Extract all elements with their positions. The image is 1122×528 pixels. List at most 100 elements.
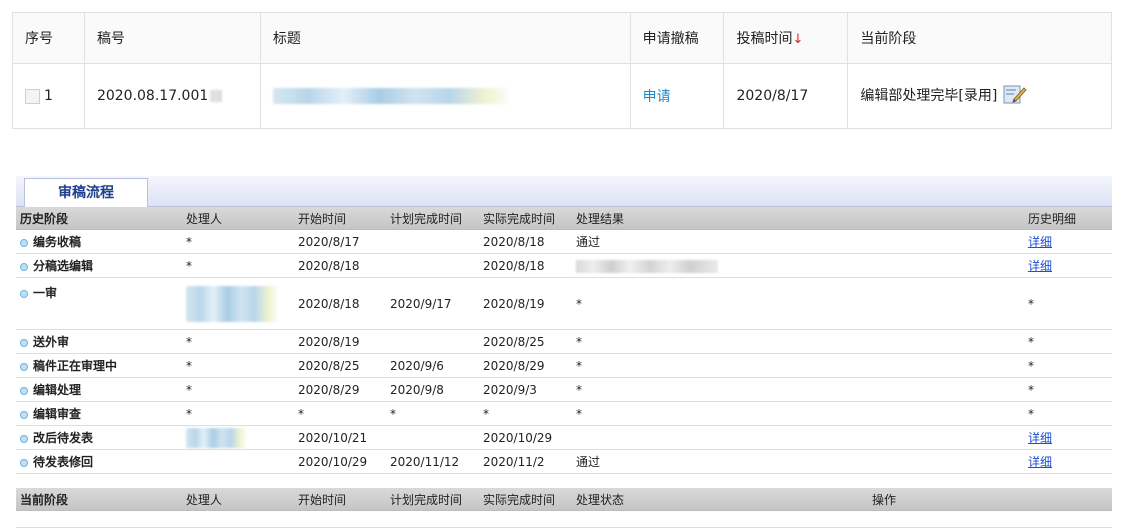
- hcol-actual: 实际完成时间: [479, 207, 572, 230]
- sort-desc-icon: ↓: [792, 32, 804, 47]
- col-manuscript-no[interactable]: 稿号: [83, 12, 261, 64]
- start-time: 2020/8/25: [294, 353, 386, 378]
- detail: *: [1024, 277, 1112, 330]
- redacted-handler: [186, 427, 246, 448]
- actual-time: 2020/8/18: [479, 229, 572, 254]
- stage-name: 待发表修回: [33, 455, 94, 469]
- cell-submit-date: 2020/8/17: [723, 63, 849, 129]
- current-stage-text: 编辑部处理完毕[录用]: [860, 88, 998, 104]
- manuscript-table: 序号 稿号 标题 申请撤稿 投稿时间↓ 当前阶段 1 2020.08.17.00…: [12, 12, 1112, 129]
- handler: *: [182, 401, 294, 426]
- hcol-detail: 历史明细: [1024, 207, 1112, 230]
- cell-title: [259, 63, 631, 129]
- detail: *: [1024, 377, 1112, 402]
- history-header-row: 历史阶段 处理人 开始时间 计划完成时间 实际完成时间 处理结果 历史明细: [16, 207, 1112, 230]
- history-table: 历史阶段 处理人 开始时间 计划完成时间 实际完成时间 处理结果 历史明细 编务…: [16, 207, 1112, 488]
- stage-dot-icon: [20, 262, 28, 271]
- ccol-handler: 处理人: [182, 488, 294, 511]
- detail-link[interactable]: 详细: [1028, 235, 1052, 249]
- table-row: 编务收稿 * 2020/8/17 2020/8/18 通过 详细: [16, 229, 1112, 254]
- detail-link[interactable]: 详细: [1028, 455, 1052, 469]
- detail: *: [1024, 353, 1112, 378]
- handler: *: [182, 229, 294, 254]
- table-row: 1 2020.08.17.001 申请 2020/8/17 编辑部处理完毕[录用…: [12, 63, 1112, 129]
- actual-time: 2020/11/2: [479, 449, 572, 474]
- stage-dot-icon: [20, 289, 28, 298]
- row-index: 1: [44, 88, 53, 104]
- detail-link[interactable]: 详细: [1028, 259, 1052, 273]
- flow-tab-bar: 审稿流程: [16, 176, 1112, 207]
- hcol-handler: 处理人: [182, 207, 294, 230]
- redacted-text: [210, 90, 223, 102]
- row-checkbox[interactable]: [25, 88, 40, 104]
- stage-name: 分稿选编辑: [33, 259, 94, 273]
- review-flow-panel: 审稿流程 历史阶段 处理人 开始时间 计划完成时间 实际完成时间 处理结果 历史…: [16, 176, 1112, 528]
- handler: *: [182, 377, 294, 402]
- col-withdraw: 申请撤稿: [629, 12, 725, 64]
- result: 通过: [572, 449, 1024, 474]
- detail-link[interactable]: 详细: [1028, 431, 1052, 445]
- start-time: 2020/10/21: [294, 425, 386, 450]
- current-header-row: 当前阶段 处理人 开始时间 计划完成时间 实际完成时间 处理状态 操作: [16, 488, 1112, 511]
- edit-document-icon[interactable]: [1003, 83, 1027, 109]
- table-row: 送外审 * 2020/8/19 2020/8/25 * *: [16, 329, 1112, 354]
- stage-name: 编辑处理: [33, 383, 82, 397]
- table-row: 稿件正在审理中 * 2020/8/25 2020/9/6 2020/8/29 *…: [16, 353, 1112, 378]
- stage-name: 编务收稿: [33, 235, 82, 249]
- start-time: 2020/8/19: [294, 329, 386, 354]
- hcol-result: 处理结果: [572, 207, 1024, 230]
- start-time: 2020/10/29: [294, 449, 386, 474]
- hcol-plan: 计划完成时间: [386, 207, 479, 230]
- stage-dot-icon: [20, 338, 28, 347]
- stage-name: 改后待发表: [33, 431, 94, 445]
- stage-dot-icon: [20, 362, 28, 371]
- stage-name: 送外审: [33, 335, 70, 349]
- start-time: *: [294, 401, 386, 426]
- col-current-stage: 当前阶段: [847, 12, 1112, 64]
- current-stage-table: 当前阶段 处理人 开始时间 计划完成时间 实际完成时间 处理状态 操作: [16, 488, 1112, 511]
- redacted-result: [576, 259, 718, 273]
- redacted-handler: [186, 285, 278, 322]
- actual-time: 2020/8/29: [479, 353, 572, 378]
- result: *: [572, 329, 1024, 354]
- ccol-actual: 实际完成时间: [479, 488, 572, 511]
- withdraw-link[interactable]: 申请: [643, 89, 671, 105]
- stage-name: 一审: [33, 286, 58, 300]
- manuscript-no: 2020.08.17.001: [96, 88, 209, 104]
- table-bottom-border: [16, 511, 1112, 528]
- plan-time: [386, 229, 479, 254]
- handler: *: [182, 353, 294, 378]
- plan-time: 2020/9/17: [386, 277, 479, 330]
- actual-time: *: [479, 401, 572, 426]
- col-title: 标题: [259, 12, 631, 64]
- stage-dot-icon: [20, 238, 28, 247]
- table-row: 一审 2020/8/18 2020/9/17 2020/8/19 * *: [16, 277, 1112, 330]
- plan-time: 2020/9/8: [386, 377, 479, 402]
- col-index: 序号: [12, 12, 85, 64]
- col-submit-time-label: 投稿时间: [736, 31, 793, 47]
- hcol-start: 开始时间: [294, 207, 386, 230]
- table-spacer: [16, 474, 1112, 489]
- cell-withdraw: 申请: [629, 63, 725, 129]
- actual-time: 2020/8/25: [479, 329, 572, 354]
- start-time: 2020/8/18: [294, 253, 386, 278]
- start-time: 2020/8/29: [294, 377, 386, 402]
- actual-time: 2020/9/3: [479, 377, 572, 402]
- table-row: 待发表修回 2020/10/29 2020/11/12 2020/11/2 通过…: [16, 449, 1112, 474]
- manuscript-header-row: 序号 稿号 标题 申请撤稿 投稿时间↓ 当前阶段: [12, 12, 1112, 64]
- detail: *: [1024, 329, 1112, 354]
- col-submit-time[interactable]: 投稿时间↓: [723, 12, 849, 64]
- result: *: [572, 277, 1024, 330]
- stage-dot-icon: [20, 410, 28, 419]
- plan-time: *: [386, 401, 479, 426]
- tab-review-flow[interactable]: 审稿流程: [24, 178, 148, 207]
- table-row: 分稿选编辑 * 2020/8/18 2020/8/18 详细: [16, 253, 1112, 278]
- plan-time: [386, 329, 479, 354]
- stage-dot-icon: [20, 386, 28, 395]
- plan-time: [386, 425, 479, 450]
- cell-index: 1: [12, 63, 85, 129]
- stage-name: 编辑审查: [33, 407, 82, 421]
- result: [572, 425, 1024, 450]
- ccol-action: 操作: [868, 488, 1112, 511]
- result: 通过: [572, 229, 1024, 254]
